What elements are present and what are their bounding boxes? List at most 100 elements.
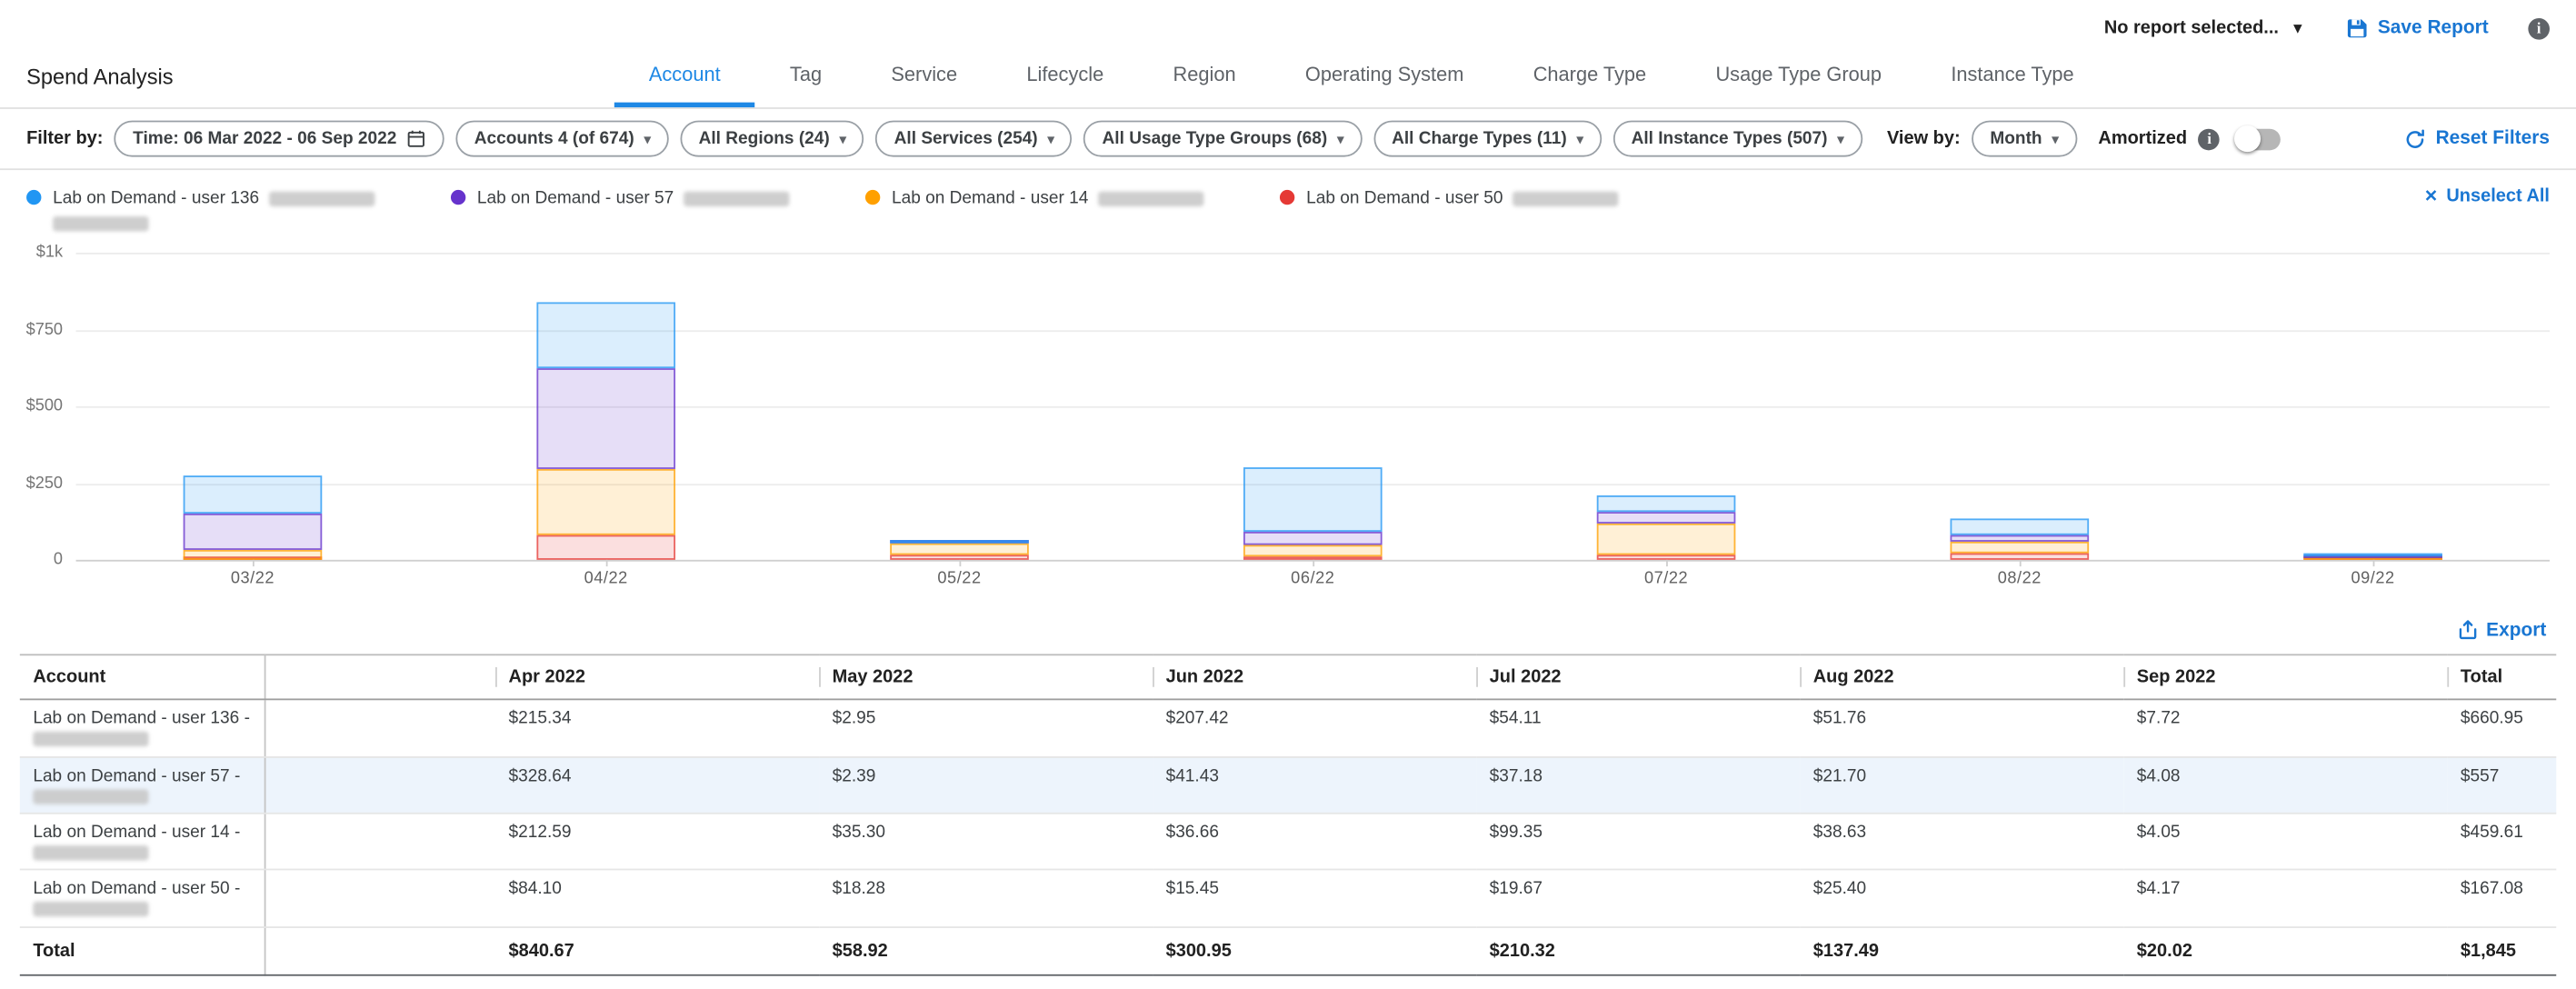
pill-label: All Usage Type Groups (68) [1103, 129, 1328, 149]
column-header-aug-2022: Aug 2022 [1800, 655, 2123, 700]
bar-segment-08-22-lab-on-demand-user-136[interactable] [1951, 518, 2090, 534]
redacted-text [1098, 191, 1203, 205]
filter-pill-all-regions-24[interactable]: All Regions (24)▾ [681, 121, 864, 157]
tab-tag[interactable]: Tag [755, 46, 856, 107]
value-cell: $54.11 [1476, 700, 1800, 756]
value-cell: $19.67 [1476, 870, 1800, 926]
value-cell: $215.34 [495, 700, 819, 756]
tab-account[interactable]: Account [614, 46, 755, 107]
legend-item-lab-on-demand-user-57[interactable]: Lab on Demand - user 57 [451, 186, 790, 236]
tab-operating-system[interactable]: Operating System [1271, 46, 1499, 107]
spacer-cell [265, 756, 495, 813]
value-cell: $99.35 [1476, 814, 1800, 870]
bar-segment-08-22-lab-on-demand-user-14[interactable] [1951, 541, 2090, 553]
filter-pill-all-usage-type-groups-68[interactable]: All Usage Type Groups (68)▾ [1084, 121, 1363, 157]
title-tab-row: Spend Analysis AccountTagServiceLifecycl… [0, 46, 2576, 109]
unselect-all-button[interactable]: ✕ Unselect All [2424, 186, 2550, 206]
legend-item-lab-on-demand-user-50[interactable]: Lab on Demand - user 50 [1280, 186, 1619, 236]
account-cell: Lab on Demand - user 136 - [20, 700, 265, 756]
legend-items: Lab on Demand - user 136 Lab on Demand - … [26, 186, 1694, 236]
total-value-cell: $58.92 [819, 926, 1153, 974]
legend-dot [1280, 190, 1294, 205]
info-icon[interactable]: i [2528, 17, 2550, 39]
account-cell: Lab on Demand - user 14 - [20, 814, 265, 870]
y-axis-label: $750 [26, 321, 63, 339]
y-axis-label: $250 [26, 475, 63, 493]
redacted-text [33, 902, 148, 916]
bar-segment-04-22-lab-on-demand-user-50[interactable] [536, 534, 675, 560]
bar-segment-03-22-lab-on-demand-user-14[interactable] [184, 551, 323, 561]
chevron-down-icon: ▾ [1577, 131, 1583, 145]
bar-segment-05-22-lab-on-demand-user-14[interactable] [890, 544, 1029, 555]
value-cell: $4.17 [2123, 870, 2447, 926]
table-row-lab-on-demand-user-14[interactable]: Lab on Demand - user 14 -$212.59$35.30$3… [20, 814, 2556, 870]
spacer-cell [265, 700, 495, 756]
filter-pill-all-instance-types-507[interactable]: All Instance Types (507)▾ [1613, 121, 1862, 157]
redacted-text [33, 733, 148, 747]
view-by-select[interactable]: Month ▾ [1972, 121, 2076, 157]
table-row-lab-on-demand-user-50[interactable]: Lab on Demand - user 50 -$84.10$18.28$15… [20, 870, 2556, 926]
column-header-apr-2022: Apr 2022 [495, 655, 819, 700]
x-axis-label: 04/22 [584, 571, 628, 589]
bar-segment-06-22-lab-on-demand-user-136[interactable] [1243, 468, 1383, 532]
save-report-button[interactable]: Save Report [2345, 16, 2489, 39]
filter-pill-all-services-254[interactable]: All Services (254)▾ [876, 121, 1073, 157]
legend-label: Lab on Demand - user 50 [1306, 188, 1503, 208]
tab-instance-type[interactable]: Instance Type [1916, 46, 2109, 107]
tab-service[interactable]: Service [856, 46, 992, 107]
spacer-cell [265, 870, 495, 926]
bar-segment-04-22-lab-on-demand-user-14[interactable] [536, 469, 675, 534]
value-cell: $36.66 [1153, 814, 1476, 870]
bar-segment-08-22-lab-on-demand-user-57[interactable] [1951, 534, 2090, 541]
tab-charge-type[interactable]: Charge Type [1499, 46, 1682, 107]
tab-lifecycle[interactable]: Lifecycle [992, 46, 1138, 107]
value-cell: $18.28 [819, 870, 1153, 926]
bar-segment-04-22-lab-on-demand-user-136[interactable] [536, 303, 675, 369]
tab-usage-type-group[interactable]: Usage Type Group [1681, 46, 1916, 107]
filter-pill-time-06-mar-2022-06-sep-2022[interactable]: Time: 06 Mar 2022 - 06 Sep 2022 [115, 121, 444, 157]
bar-segment-09-22-lab-on-demand-user-136[interactable] [2303, 554, 2442, 557]
value-cell: $21.70 [1800, 756, 2123, 813]
tab-region[interactable]: Region [1138, 46, 1270, 107]
save-report-label: Save Report [2378, 18, 2489, 38]
redacted-text [269, 191, 374, 205]
toggle-knob [2235, 125, 2261, 152]
bar-segment-06-22-lab-on-demand-user-57[interactable] [1243, 532, 1383, 544]
x-axis: 03/2204/2205/2206/2207/2208/2209/22 [76, 561, 2550, 597]
pill-label: All Charge Types (11) [1392, 129, 1567, 149]
reset-filters-button[interactable]: Reset Filters [2404, 128, 2550, 150]
bar-segment-03-22-lab-on-demand-user-136[interactable] [184, 475, 323, 513]
bar-segment-04-22-lab-on-demand-user-57[interactable] [536, 368, 675, 469]
y-axis-label: 0 [54, 552, 63, 570]
filter-pill-all-charge-types-11[interactable]: All Charge Types (11) ▾ [1373, 121, 1602, 157]
report-selector[interactable]: No report selected... ▼ [2104, 18, 2305, 38]
bar-segment-08-22-lab-on-demand-user-50[interactable] [1951, 553, 2090, 561]
bar-segment-07-22-lab-on-demand-user-136[interactable] [1597, 496, 1736, 513]
spend-analysis-page: No report selected... ▼ Save Report i Sp… [0, 0, 2576, 989]
close-icon: ✕ [2424, 187, 2438, 205]
x-axis-label: 03/22 [231, 571, 275, 589]
bar-segment-07-22-lab-on-demand-user-57[interactable] [1597, 513, 1736, 524]
value-cell: $35.30 [819, 814, 1153, 870]
bar-segment-07-22-lab-on-demand-user-14[interactable] [1597, 524, 1736, 554]
bar-segment-05-22-lab-on-demand-user-136[interactable] [890, 540, 1029, 544]
value-cell: $207.42 [1153, 700, 1476, 756]
x-axis-tick [1666, 561, 1668, 567]
bar-segment-03-22-lab-on-demand-user-57[interactable] [184, 513, 323, 550]
legend-item-lab-on-demand-user-136[interactable]: Lab on Demand - user 136 [26, 186, 374, 236]
table-row-lab-on-demand-user-136[interactable]: Lab on Demand - user 136 -$215.34$2.95$2… [20, 700, 2556, 756]
refresh-icon [2404, 128, 2426, 150]
save-icon [2345, 16, 2368, 39]
export-button[interactable]: Export [2456, 620, 2546, 642]
export-row: Export [0, 597, 2576, 655]
value-cell: $38.63 [1800, 814, 2123, 870]
table-row-lab-on-demand-user-57[interactable]: Lab on Demand - user 57 -$328.64$2.39$41… [20, 756, 2556, 813]
x-axis-tick [2020, 561, 2022, 567]
info-icon[interactable]: i [2199, 128, 2221, 150]
amortized-toggle[interactable] [2237, 128, 2281, 150]
legend-item-lab-on-demand-user-14[interactable]: Lab on Demand - user 14 [865, 186, 1204, 236]
chevron-down-icon: ▼ [2291, 20, 2305, 36]
pill-label: All Instance Types (507) [1632, 129, 1828, 149]
bar-segment-06-22-lab-on-demand-user-14[interactable] [1243, 544, 1383, 555]
filter-pill-accounts-4-of-674[interactable]: Accounts 4 (of 674)▾ [456, 121, 669, 157]
